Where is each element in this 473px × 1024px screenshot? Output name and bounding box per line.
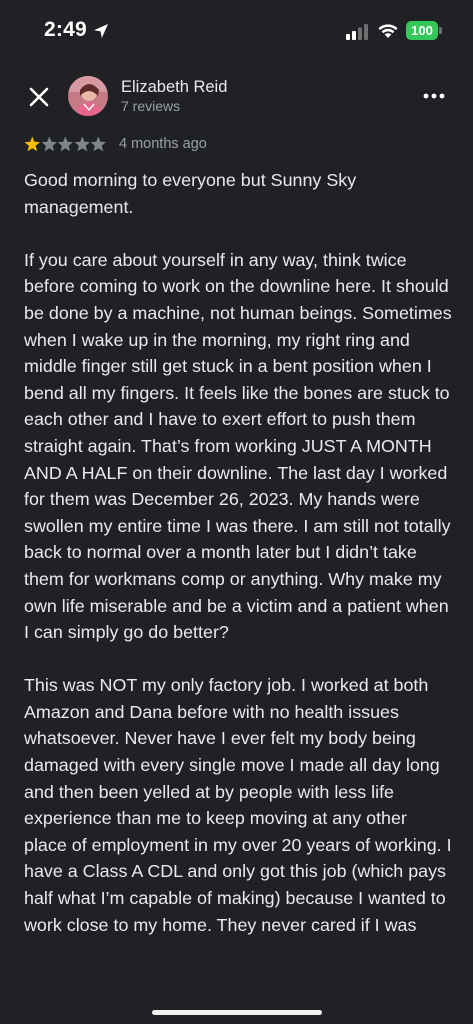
star-empty-icon xyxy=(74,136,90,152)
review-paragraph: Good morning to everyone but Sunny Sky m… xyxy=(24,170,357,217)
home-indicator[interactable] xyxy=(152,1010,322,1015)
review-date: 4 months ago xyxy=(119,136,207,152)
avatar[interactable] xyxy=(68,76,108,116)
battery-cap xyxy=(439,27,442,34)
review-text: Good morning to everyone but Sunny Sky m… xyxy=(24,167,454,965)
signal-bars-icon xyxy=(345,24,369,40)
close-button[interactable] xyxy=(24,82,54,112)
more-options-button[interactable] xyxy=(420,84,448,108)
close-icon xyxy=(29,87,49,107)
battery-level: 100 xyxy=(406,21,438,40)
status-time: 2:49 xyxy=(44,18,87,41)
star-empty-icon xyxy=(90,136,107,152)
review-paragraph: This was NOT my only factory job. I work… xyxy=(24,675,452,935)
rating-row: 4 months ago xyxy=(24,135,444,155)
star-empty-icon xyxy=(41,136,57,152)
battery-icon: 100 xyxy=(406,21,442,40)
location-arrow-icon xyxy=(93,23,109,39)
review-header: Elizabeth Reid 7 reviews xyxy=(0,70,473,126)
status-bar: 2:49 100 xyxy=(0,0,473,62)
author-review-count: 7 reviews xyxy=(121,98,181,114)
star-empty-icon xyxy=(57,136,74,152)
wifi-icon xyxy=(377,21,399,39)
star-rating xyxy=(24,135,107,155)
author-name[interactable]: Elizabeth Reid xyxy=(121,78,227,97)
star-filled-icon xyxy=(24,136,40,152)
more-vert-icon xyxy=(423,93,445,99)
review-paragraph: If you care about yourself in any way, t… xyxy=(24,249,452,643)
